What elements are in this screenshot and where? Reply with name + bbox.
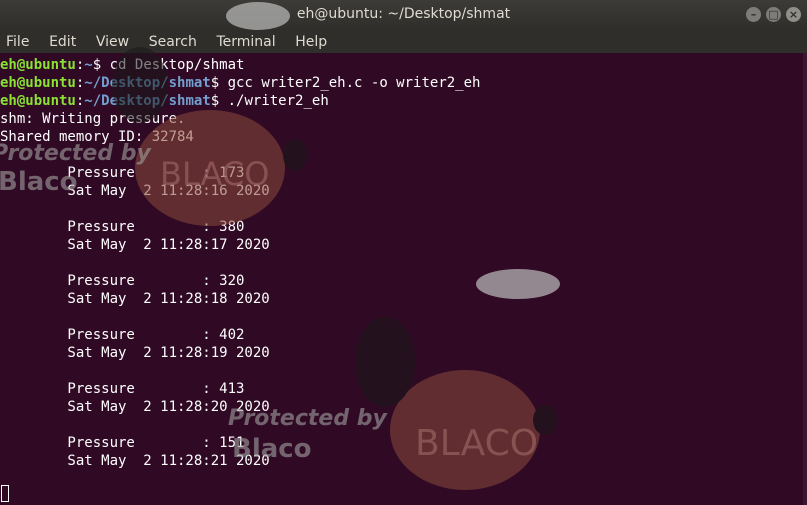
minimize-button[interactable]: – <box>746 7 761 22</box>
scrollbar[interactable] <box>803 53 807 505</box>
prompt-user: eh@ubuntu <box>0 75 76 91</box>
menu-help[interactable]: Help <box>289 30 327 50</box>
prompt-symbol: $ <box>210 75 220 91</box>
prompt-symbol: $ <box>210 93 220 109</box>
menu-search[interactable]: Search <box>143 30 197 50</box>
prompt-line: eh@ubuntu:~/Desktop/shmat$ gcc writer2_e… <box>0 74 480 92</box>
prompt-path: ~/Desktop/shmat <box>84 75 211 91</box>
output-line: Pressure : 413 <box>0 381 245 397</box>
output-line: Sat May 2 11:28:17 2020 <box>0 237 270 253</box>
window-title: eh@ubuntu: ~/Desktop/shmat <box>296 6 511 22</box>
menu-bar: File Edit View Search Terminal Help <box>0 30 807 53</box>
menu-view[interactable]: View <box>90 30 129 50</box>
menu-file[interactable]: File <box>0 30 29 50</box>
output-line: Sat May 2 11:28:18 2020 <box>0 291 270 307</box>
output-line: Pressure : 173 <box>0 165 245 181</box>
prompt-line: eh@ubuntu:~$ cd Desktop/shmat <box>0 56 244 74</box>
prompt-path: ~ <box>84 57 93 73</box>
output-line: Pressure : 151 <box>0 435 245 451</box>
prompt-user: eh@ubuntu <box>0 93 76 109</box>
terminal-cursor <box>1 485 9 502</box>
output-line: Pressure : 402 <box>0 327 245 343</box>
command-text: cd Desktop/shmat <box>101 57 245 73</box>
command-text: gcc writer2_eh.c -o writer2_eh <box>219 75 481 91</box>
output-line: Sat May 2 11:28:19 2020 <box>0 345 270 361</box>
title-bar: eh@ubuntu: ~/Desktop/shmat – □ × <box>0 0 807 30</box>
output-line: Sat May 2 11:28:21 2020 <box>0 453 270 469</box>
window-controls: – □ × <box>746 7 801 22</box>
output-line: Pressure : 320 <box>0 273 245 289</box>
prompt-user: eh@ubuntu <box>0 57 76 73</box>
output-line: Pressure : 380 <box>0 219 245 235</box>
output-line: shm: Writing pressure. <box>0 111 186 127</box>
menu-terminal[interactable]: Terminal <box>210 30 275 50</box>
maximize-button[interactable]: □ <box>766 7 781 22</box>
output-line: Sat May 2 11:28:20 2020 <box>0 399 270 415</box>
output-line: Sat May 2 11:28:16 2020 <box>0 183 270 199</box>
prompt-path: ~/Desktop/shmat <box>84 93 211 109</box>
output-line: Shared memory ID: 32784 <box>0 129 194 145</box>
prompt-symbol: $ <box>92 57 102 73</box>
command-text: ./writer2_eh <box>219 93 329 109</box>
prompt-line: eh@ubuntu:~/Desktop/shmat$ ./writer2_eh <box>0 92 329 110</box>
menu-edit[interactable]: Edit <box>43 30 76 50</box>
close-button[interactable]: × <box>786 7 801 22</box>
